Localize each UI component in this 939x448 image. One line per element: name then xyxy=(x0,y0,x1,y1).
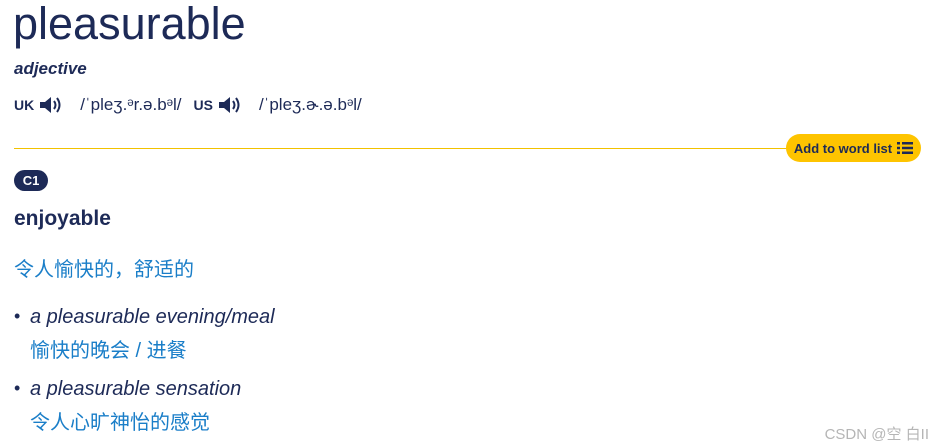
add-to-word-list-button[interactable]: Add to word list xyxy=(786,134,921,162)
speaker-icon[interactable] xyxy=(217,94,243,116)
region-label-uk: UK xyxy=(14,97,35,113)
part-of-speech: adjective xyxy=(14,59,87,78)
bullet: • xyxy=(14,306,21,326)
section-divider xyxy=(14,148,919,149)
example-translation: 愉快的晚会 / 进餐 xyxy=(30,340,187,362)
level-badge: C1 xyxy=(14,170,48,191)
speaker-icon[interactable] xyxy=(38,94,64,116)
region-label-us: US xyxy=(193,97,213,113)
ipa-uk: /ˈpleʒ.ᵊr.ə.bᵊl/ xyxy=(80,95,182,114)
example-text: a pleasurable evening/meal xyxy=(30,306,275,328)
bullet: • xyxy=(14,378,21,398)
list-icon xyxy=(897,142,914,154)
definition-translation: 令人愉快的，舒适的 xyxy=(14,259,194,281)
headword: pleasurable xyxy=(13,0,246,49)
watermark: CSDN @空 白II xyxy=(824,426,929,443)
example-translation: 令人心旷神怡的感觉 xyxy=(30,412,210,434)
pronunciation-row: UK /ˈpleʒ.ᵊr.ə.bᵊl/ US /ˈpleʒ.ɚ.ə.bᵊl/ xyxy=(14,93,374,117)
example-text: a pleasurable sensation xyxy=(30,378,242,400)
ipa-us: /ˈpleʒ.ɚ.ə.bᵊl/ xyxy=(258,95,362,114)
add-to-word-list-label: Add to word list xyxy=(793,140,893,156)
definition: enjoyable xyxy=(14,207,111,230)
